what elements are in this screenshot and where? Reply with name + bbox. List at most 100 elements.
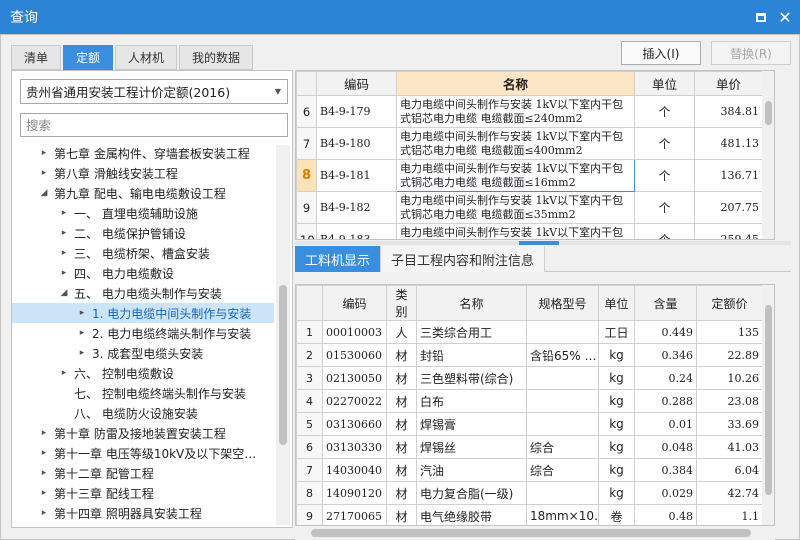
tree-item[interactable]: ▸ 3. 成套型电缆头安装 [12,343,274,363]
material-row[interactable]: 1 00010003 人三类综合用工 工日 0.449 135 [296,320,763,344]
material-row-price[interactable]: 42.74 [696,481,763,505]
material-row-index[interactable]: 8 [296,481,323,505]
material-row-spec[interactable]: 综合 [526,458,599,482]
quota-row[interactable]: 7 B4-9-180 电力电缆中间头制作与安装 1kV以下室内干包式铝芯电力电缆 电… [296,127,763,160]
quota-row-name[interactable]: 电力电缆中间头制作与安装 1kV以下室内干包式铜芯电力电缆 电缆截面≤16mm2 [396,159,635,192]
material-row[interactable]: 4 02270022 材白布 kg 0.288 23.08 [296,389,763,413]
quota-row-unit[interactable]: 个 [634,223,695,239]
quota-grid-scrollbar[interactable] [762,71,774,239]
material-row-unit[interactable]: kg [598,389,635,413]
material-row-index[interactable]: 3 [296,366,323,390]
collapse-caret-icon[interactable]: ◢ [38,188,50,198]
expand-caret-icon[interactable]: ▸ [76,348,88,358]
quota-row-name[interactable]: 电力电缆中间头制作与安装 1kV以下室内干包式铜芯电力电缆 电缆截面≤70mm2 [396,223,635,239]
expand-caret-icon[interactable]: ▸ [58,368,70,378]
tree-item[interactable]: 七、 控制电缆终端头制作与安装 [12,383,274,403]
material-header-price[interactable]: 定额价 [696,285,763,321]
material-row-code[interactable]: 03130660 [322,412,387,436]
material-row-spec[interactable]: 综合 [526,435,599,459]
material-row-index[interactable]: 9 [296,504,323,525]
material-row-spec[interactable] [526,389,599,413]
material-row-unit[interactable]: kg [598,343,635,367]
quota-row-code[interactable]: B4-9-179 [316,95,397,128]
tree-item[interactable]: ▸ 一、 直埋电缆辅助设施 [12,203,274,223]
material-row-code[interactable]: 14030040 [322,458,387,482]
quota-row-index[interactable]: 10 [296,223,317,239]
quota-row-unit[interactable]: 个 [634,191,695,224]
material-row-price[interactable]: 41.03 [696,435,763,459]
material-header-quantity[interactable]: 含量 [634,285,697,321]
tab-quota[interactable]: 定额 [63,45,114,70]
insert-button[interactable]: 插入(I) [621,41,701,65]
material-row-category[interactable]: 材 [386,389,417,413]
collapse-caret-icon[interactable]: ◢ [58,288,70,298]
material-row-quantity[interactable]: 0.384 [634,458,697,482]
material-row-index[interactable]: 7 [296,458,323,482]
material-row-category[interactable]: 材 [386,412,417,436]
material-row-quantity[interactable]: 0.346 [634,343,697,367]
quota-row-code[interactable]: B4-9-182 [316,191,397,224]
library-select[interactable]: 贵州省通用安装工程计价定额(2016) ▼ [20,79,288,104]
material-grid-hscrollbar[interactable] [295,526,775,540]
material-header-unit[interactable]: 单位 [598,285,635,321]
material-grid-hscrollbar-thumb[interactable] [311,529,751,537]
material-row-index[interactable]: 4 [296,389,323,413]
material-row[interactable]: 6 03130330 材焊锡丝 综合 kg 0.048 41.03 [296,435,763,459]
material-row-index[interactable]: 1 [296,320,323,344]
material-row-quantity[interactable]: 0.48 [634,504,697,525]
material-row-unit[interactable]: kg [598,435,635,459]
material-row-price[interactable]: 10.26 [696,366,763,390]
material-row-name[interactable]: 三类综合用工 [416,320,527,344]
material-row-category[interactable]: 材 [386,458,417,482]
expand-caret-icon[interactable]: ▸ [38,488,50,498]
tree-item[interactable]: ▸ 第十四章 照明器具安装工程 [12,503,274,523]
material-row-quantity[interactable]: 0.288 [634,389,697,413]
material-row[interactable]: 8 14090120 材电力复合脂(一级) kg 0.029 42.74 [296,481,763,505]
quota-row[interactable]: 6 B4-9-179 电力电缆中间头制作与安装 1kV以下室内干包式铝芯电力电缆 电… [296,95,763,128]
tree-item[interactable]: ◢ 五、 电力电缆头制作与安装 [12,283,274,303]
material-grid-scrollbar[interactable] [762,285,774,525]
material-row-category[interactable]: 材 [386,343,417,367]
material-row[interactable]: 3 02130050 材三色塑料带(综合) kg 0.24 10.26 [296,366,763,390]
quota-row-code[interactable]: B4-9-180 [316,127,397,160]
quota-header-price[interactable]: 单价 [694,71,763,96]
tab-work-content-notes[interactable]: 子目工程内容和附注信息 [381,246,546,272]
expand-caret-icon[interactable]: ▸ [76,308,88,318]
material-row[interactable]: 5 03130660 材焊锡膏 kg 0.01 33.69 [296,412,763,436]
quota-row[interactable]: 9 B4-9-182 电力电缆中间头制作与安装 1kV以下室内干包式铜芯电力电缆 电… [296,191,763,224]
quota-row-index[interactable]: 8 [296,159,317,192]
tree-item[interactable]: ◢ 第九章 配电、输电电缆敷设工程 [12,183,274,203]
material-row-code[interactable]: 02130050 [322,366,387,390]
tab-material-display[interactable]: 工料机显示 [295,246,382,272]
material-row-price[interactable]: 23.08 [696,389,763,413]
material-row-name[interactable]: 电气绝缘胶带 [416,504,527,525]
quota-row[interactable]: 10B4-9-183电力电缆中间头制作与安装 1kV以下室内干包式铜芯电力电缆 … [296,223,763,239]
tree-item[interactable]: ▸ 1. 电力电缆中间头制作与安装 [12,303,274,323]
quota-row-unit[interactable]: 个 [634,127,695,160]
material-row-spec[interactable] [526,366,599,390]
material-row-index[interactable]: 2 [296,343,323,367]
quota-row-index[interactable]: 7 [296,127,317,160]
tree-item[interactable]: ▸ 第十三章 配线工程 [12,483,274,503]
material-row-name[interactable]: 汽油 [416,458,527,482]
expand-caret-icon[interactable]: ▸ [58,208,70,218]
material-row-quantity[interactable]: 0.01 [634,412,697,436]
expand-caret-icon[interactable]: ▸ [38,148,50,158]
quota-grid-scrollbar-thumb[interactable] [765,101,772,125]
quota-row-name[interactable]: 电力电缆中间头制作与安装 1kV以下室内干包式铝芯电力电缆 电缆截面≤240mm… [396,95,635,128]
material-row-category[interactable]: 材 [386,366,417,390]
expand-caret-icon[interactable]: ▸ [38,168,50,178]
expand-caret-icon[interactable]: ▸ [38,448,50,458]
material-row-spec[interactable]: 含铅65% … [526,343,599,367]
tree-item[interactable]: 八、 电缆防火设施安装 [12,403,274,423]
quota-row-price[interactable]: 384.81 [694,95,763,128]
expand-caret-icon[interactable]: ▸ [38,468,50,478]
tree-item[interactable]: ▸ 2. 电力电缆终端头制作与安装 [12,323,274,343]
material-row-category[interactable]: 材 [386,481,417,505]
expand-caret-icon[interactable]: ▸ [76,328,88,338]
material-row-code[interactable]: 01530060 [322,343,387,367]
material-row-index[interactable]: 5 [296,412,323,436]
quota-row[interactable]: 8 B4-9-181 电力电缆中间头制作与安装 1kV以下室内干包式铜芯电力电缆 电… [296,159,763,192]
expand-caret-icon[interactable]: ▸ [38,428,50,438]
panel-splitter[interactable] [295,241,791,245]
